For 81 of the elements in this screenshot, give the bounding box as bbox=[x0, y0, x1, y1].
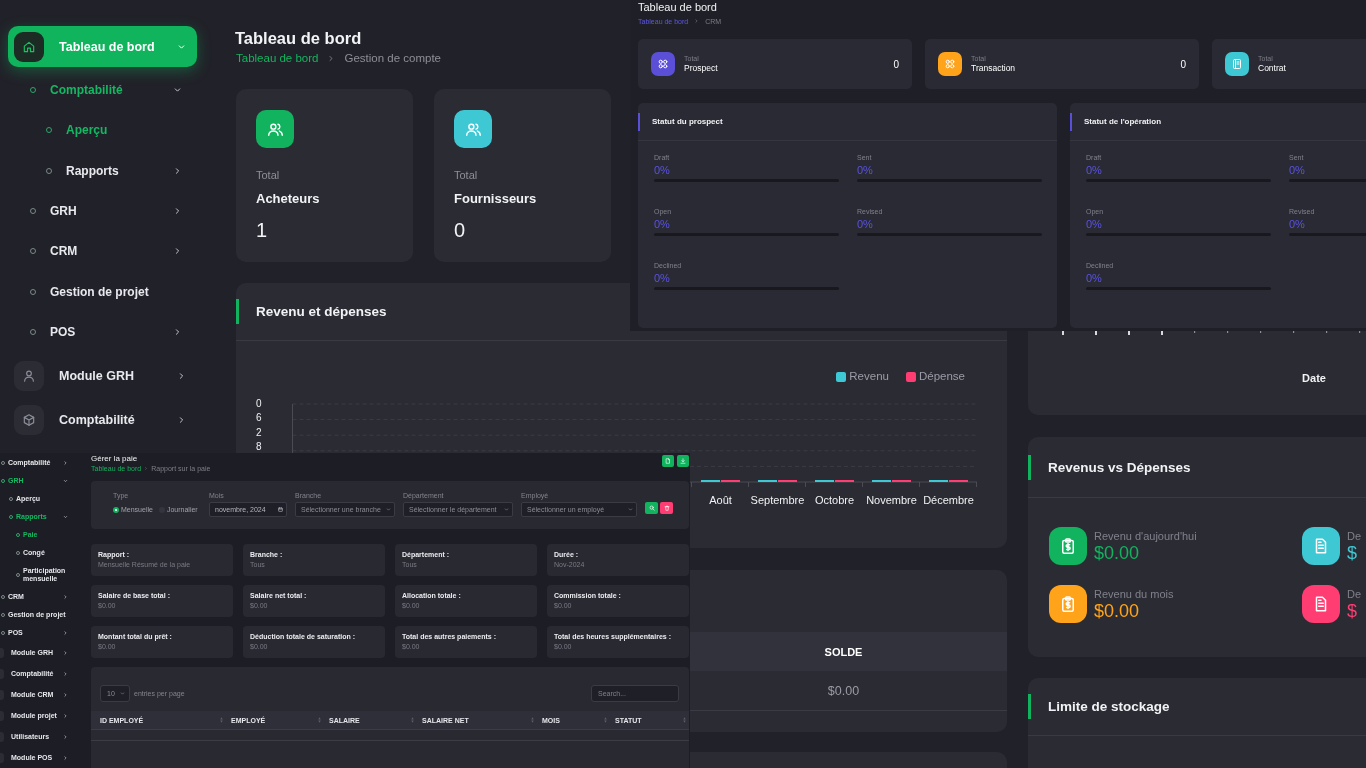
sidebar-item[interactable]: Module GRH bbox=[8, 355, 197, 397]
page-title: Tableau de bord bbox=[638, 1, 717, 14]
chevron-down-icon bbox=[118, 691, 125, 696]
download-button[interactable] bbox=[677, 455, 689, 467]
metric-label: De bbox=[1347, 529, 1362, 543]
stat-label: Acheteurs bbox=[256, 191, 321, 206]
status-value: 0% bbox=[857, 218, 874, 231]
axis-label: 6 bbox=[256, 412, 262, 423]
table-cell-text: $0.00 bbox=[826, 683, 861, 698]
card-title: Revenus vs Dépenses bbox=[1048, 459, 1191, 475]
status-value: 0% bbox=[1086, 272, 1103, 285]
person-icon bbox=[14, 360, 44, 391]
axis-title: Date bbox=[1302, 372, 1326, 385]
stat-label: Prospect bbox=[684, 63, 718, 73]
breadcrumb-current: Gestion de compte bbox=[344, 52, 441, 64]
page-title: Tableau de bord bbox=[235, 28, 362, 48]
metric-label: De bbox=[1347, 587, 1362, 601]
metric-value: $ bbox=[1347, 542, 1358, 563]
download-icon bbox=[680, 458, 686, 464]
status-value: 0% bbox=[654, 218, 671, 231]
axis-label: Octobre bbox=[814, 494, 855, 506]
sidebar-item[interactable]: Comptabilité bbox=[8, 399, 197, 441]
file-icon bbox=[665, 458, 671, 464]
chevron-down-icon bbox=[502, 507, 509, 512]
chevron-right-icon bbox=[327, 53, 336, 63]
stat-caption: Total bbox=[256, 169, 281, 182]
legend-label: Revenu bbox=[849, 370, 889, 383]
status-value: 0% bbox=[1289, 164, 1306, 177]
search-button[interactable] bbox=[645, 502, 658, 514]
stat-caption: Total bbox=[454, 169, 479, 182]
metric-label: Revenu du mois bbox=[1094, 587, 1174, 601]
sidebar-item[interactable]: GRH bbox=[0, 190, 215, 232]
stat-label: Transaction bbox=[971, 63, 1016, 73]
status-value: 0% bbox=[1086, 164, 1103, 177]
axis-label: Novembre bbox=[866, 494, 917, 506]
legend-label: Dépense bbox=[918, 370, 965, 383]
chevron-down-icon bbox=[384, 507, 391, 512]
home-icon bbox=[14, 31, 44, 62]
sidebar-item[interactable]: POS bbox=[0, 311, 215, 353]
stat-value: 1 bbox=[256, 219, 269, 241]
axis-label: 0 bbox=[256, 397, 262, 409]
axis-label: Décembre bbox=[923, 494, 974, 506]
search-icon bbox=[648, 505, 655, 511]
trash-icon bbox=[663, 505, 670, 511]
card-title: Limite de stockage bbox=[1048, 699, 1170, 714]
status-value: 0% bbox=[654, 272, 671, 285]
stat-label: Fournisseurs bbox=[454, 191, 538, 206]
chevron-down-icon bbox=[626, 507, 633, 512]
stat-value: 0 bbox=[1180, 58, 1186, 70]
file-button[interactable] bbox=[662, 455, 674, 467]
calendar-icon bbox=[276, 507, 283, 512]
metric-value: $ bbox=[1347, 600, 1358, 621]
page-title: Gérer la paie bbox=[91, 454, 138, 463]
axis-label: Septembre bbox=[750, 494, 805, 506]
sidebar-item[interactable]: CRM bbox=[0, 231, 215, 272]
chevron-right-icon bbox=[694, 18, 700, 24]
metric-value: $0.00 bbox=[1094, 542, 1141, 563]
metric-label: Revenu d'aujourd'hui bbox=[1094, 529, 1197, 543]
metric-value: $0.00 bbox=[1094, 600, 1141, 621]
status-value: 0% bbox=[1289, 218, 1306, 231]
axis-label: Août bbox=[709, 494, 732, 506]
sidebar-item[interactable]: Aperçu bbox=[0, 110, 215, 151]
stat-value: 0 bbox=[454, 219, 467, 241]
sidebar-item[interactable]: Gestion de projet bbox=[0, 271, 215, 312]
cube-icon bbox=[14, 404, 44, 435]
panel-title: Statut de l'opération bbox=[1084, 117, 1161, 126]
breadcrumb-link[interactable]: Tableau de bord bbox=[236, 52, 319, 64]
axis-label: 2 bbox=[256, 426, 262, 438]
status-value: 0% bbox=[1086, 218, 1103, 231]
axis-label: 8 bbox=[256, 441, 262, 452]
column-header: SOLDE bbox=[823, 645, 864, 658]
panel-title: Statut du prospect bbox=[652, 117, 723, 126]
sidebar-item[interactable]: Rapports bbox=[0, 150, 215, 191]
status-value: 0% bbox=[654, 164, 671, 177]
status-value: 0% bbox=[857, 164, 874, 177]
chevron-right-icon bbox=[144, 465, 149, 471]
stat-value: 0 bbox=[893, 58, 899, 70]
card-title: Revenu et dépenses bbox=[256, 304, 387, 319]
trash-button[interactable] bbox=[660, 502, 673, 514]
sidebar-item[interactable]: Comptabilité bbox=[0, 70, 215, 111]
stat-label: Contrat bbox=[1258, 63, 1286, 73]
